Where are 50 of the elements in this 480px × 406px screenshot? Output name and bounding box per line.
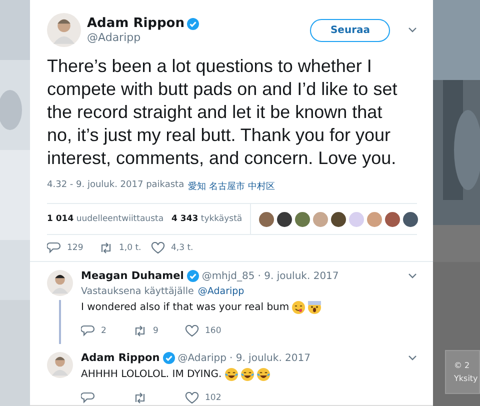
- reply-author-name[interactable]: Meagan Duhamel: [81, 270, 184, 282]
- screaming-face-icon: [308, 301, 322, 314]
- crying-laughing-icon: [224, 368, 238, 381]
- mention-link[interactable]: @Adaripp: [198, 286, 244, 297]
- heart-icon: [151, 242, 165, 254]
- reply-button[interactable]: 129: [47, 242, 99, 254]
- chevron-down-icon[interactable]: [408, 273, 417, 279]
- author-handle: @Adaripp: [87, 31, 142, 44]
- stat-link[interactable]: 1 014 uudelleentwiittausta: [47, 214, 164, 224]
- liker-avatar[interactable]: [259, 212, 274, 226]
- follow-button[interactable]: Seuraa: [310, 18, 390, 42]
- retweet-icon: [133, 392, 147, 404]
- like-button[interactable]: 160: [185, 325, 237, 337]
- reply-handle: @Adaripp: [178, 352, 226, 364]
- tweet-text: There’s been a lot questions to whether I compete with butt pads on and I’d like to set the record straight and let it be known that no, it’s just my real butt. Thank you for your interest, comments, and concern. Love you.: [47, 55, 398, 170]
- retweet-button[interactable]: 1,0 t.: [99, 242, 151, 254]
- reply-context: Vastauksena käyttäjälle: [81, 286, 194, 297]
- avatar[interactable]: [47, 270, 73, 296]
- timestamp: 4.32 - 9. jouluk. 2017 paikasta: [47, 180, 184, 192]
- liker-avatar[interactable]: [331, 212, 346, 226]
- reply-date: · 9. jouluk. 2017: [258, 270, 339, 282]
- chevron-down-icon[interactable]: [408, 27, 417, 33]
- reply-button[interactable]: 2: [81, 325, 133, 337]
- footer-text: Yksity: [454, 374, 479, 383]
- reply-text: AHHHH LOLOLOL. IM DYING.: [81, 369, 222, 380]
- chevron-down-icon[interactable]: [408, 355, 417, 361]
- heart-icon: [185, 392, 199, 404]
- smiley-tongue-icon: [292, 301, 306, 314]
- stat-link[interactable]: 4 343 tykkäystä: [172, 214, 242, 224]
- crying-laughing-icon: [240, 368, 254, 381]
- author-name[interactable]: Adam Rippon: [87, 16, 184, 31]
- retweet-icon: [99, 242, 113, 254]
- heart-icon: [185, 325, 199, 337]
- reply-author-name[interactable]: Adam Rippon: [81, 352, 160, 364]
- like-button[interactable]: 102: [185, 392, 237, 404]
- liker-avatar[interactable]: [403, 212, 418, 226]
- speech-bubble-icon: [81, 325, 95, 337]
- liker-avatar[interactable]: [385, 212, 400, 226]
- liker-avatar[interactable]: [277, 212, 292, 226]
- location-link[interactable]: 愛知 名古屋市 中村区: [188, 180, 275, 193]
- speech-bubble-icon: [47, 242, 61, 254]
- retweet-icon: [133, 325, 147, 337]
- reply-text: I wondered also if that was your real bum: [81, 302, 290, 313]
- reply-date: · 9. jouluk. 2017: [229, 352, 310, 364]
- crying-laughing-icon: [256, 368, 270, 381]
- retweet-button[interactable]: 9: [133, 325, 185, 337]
- reply-handle: @mhjd_85: [202, 270, 255, 282]
- footer-text: © 2: [454, 361, 471, 370]
- speech-bubble-icon: [81, 392, 95, 404]
- like-button[interactable]: 4,3 t.: [151, 242, 203, 254]
